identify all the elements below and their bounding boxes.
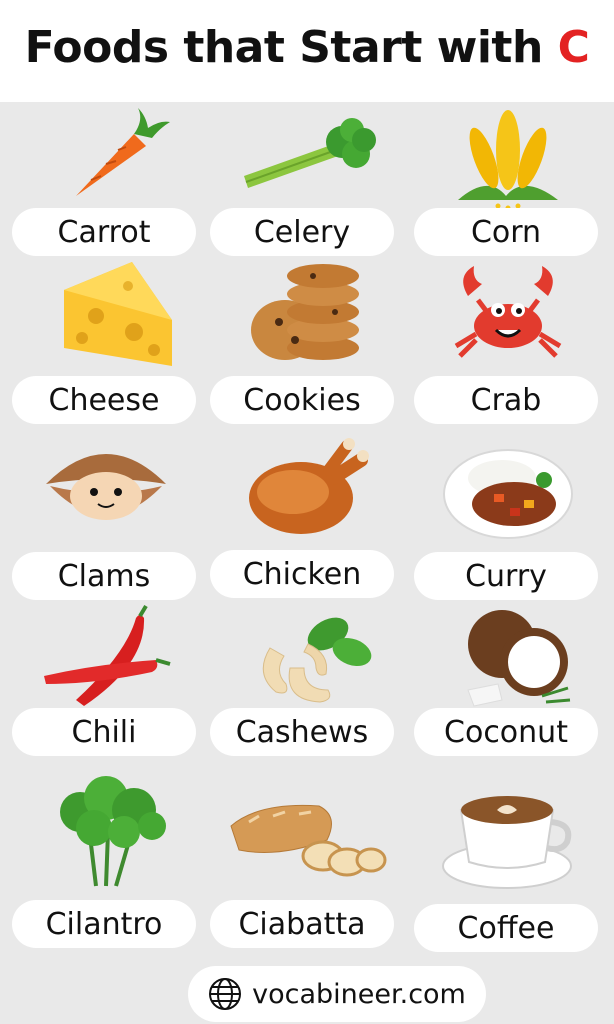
celery-icon xyxy=(204,104,404,214)
food-label: Coffee xyxy=(414,904,598,952)
chili-icon xyxy=(6,604,206,714)
food-card: Crab xyxy=(408,260,608,432)
cilantro-icon xyxy=(6,766,206,892)
clam-icon xyxy=(6,434,206,544)
page-title: Foods that Start with C xyxy=(0,22,614,73)
food-label: Clams xyxy=(12,552,196,600)
crab-icon xyxy=(408,256,608,366)
food-card: Celery xyxy=(204,104,404,276)
coffee-icon xyxy=(408,766,608,892)
title-prefix: Foods that Start with xyxy=(24,22,544,73)
coconut-icon xyxy=(408,604,608,714)
food-label: Cookies xyxy=(210,376,394,424)
website-badge[interactable]: vocabineer.com xyxy=(188,966,486,1022)
food-card: Cashews xyxy=(204,604,404,776)
food-card: Chicken xyxy=(204,434,404,606)
food-label: Chili xyxy=(12,708,196,756)
food-card: Corn xyxy=(408,104,608,276)
food-card: Ciabatta xyxy=(204,766,404,948)
globe-icon xyxy=(209,978,242,1010)
header: Foods that Start with C xyxy=(0,0,614,102)
carrot-icon xyxy=(6,104,206,214)
food-card: Coffee xyxy=(408,766,608,952)
title-letter: C xyxy=(557,22,590,73)
food-label: Celery xyxy=(210,208,394,256)
food-card: Carrot xyxy=(6,104,206,276)
food-label: Cilantro xyxy=(12,900,196,948)
cashew-icon xyxy=(204,604,404,714)
food-label: Carrot xyxy=(12,208,196,256)
food-label: Cashews xyxy=(210,708,394,756)
food-card: Cookies xyxy=(204,260,404,432)
cookies-icon xyxy=(204,256,404,366)
food-label: Chicken xyxy=(210,550,394,598)
food-label: Cheese xyxy=(12,376,196,424)
food-card: Cilantro xyxy=(6,766,206,948)
corn-icon xyxy=(408,104,608,214)
cheese-icon xyxy=(6,256,206,366)
food-card: Cheese xyxy=(6,260,206,432)
food-label: Ciabatta xyxy=(210,900,394,948)
website-url: vocabineer.com xyxy=(252,978,466,1010)
food-card: Chili xyxy=(6,604,206,776)
food-card: Clams xyxy=(6,434,206,606)
food-label: Corn xyxy=(414,208,598,256)
food-label: Coconut xyxy=(414,708,598,756)
food-card: Curry xyxy=(408,434,608,606)
food-label: Crab xyxy=(414,376,598,424)
food-card: Coconut xyxy=(408,604,608,776)
ciabatta-icon xyxy=(204,766,404,892)
curry-icon xyxy=(408,434,608,544)
food-label: Curry xyxy=(414,552,598,600)
chicken-icon xyxy=(204,434,404,544)
